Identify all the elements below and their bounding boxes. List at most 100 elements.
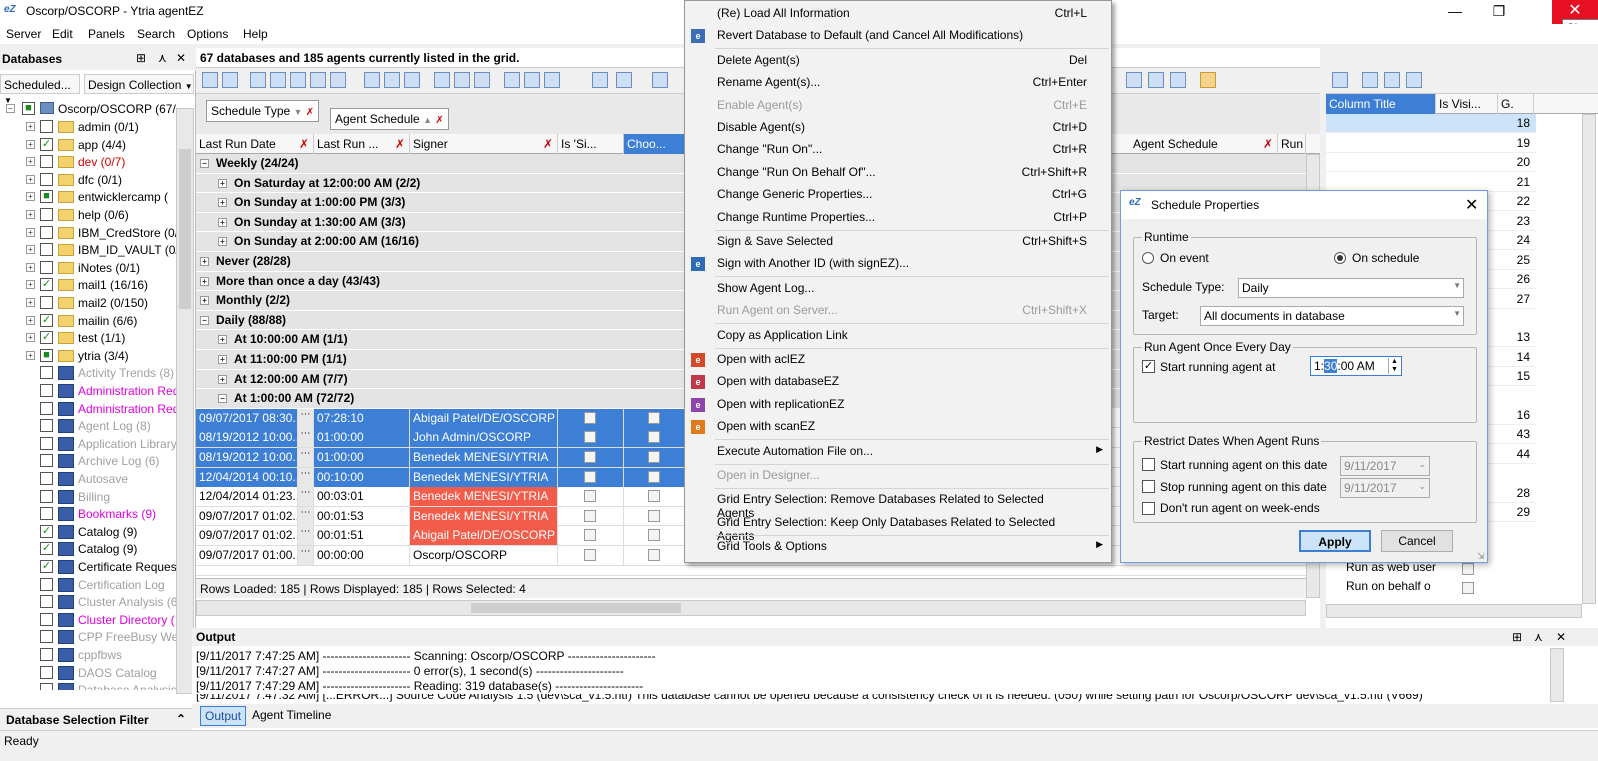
tree-checkbox[interactable] (40, 683, 53, 690)
filter-icon[interactable]: ✗ (306, 107, 314, 118)
ellipsis-button[interactable]: ⋯ (298, 487, 314, 507)
tree-database-item[interactable]: Agent Log (8) (0, 417, 176, 435)
filter-icon[interactable]: ✗ (299, 137, 309, 151)
apply-button[interactable]: Apply (1299, 530, 1371, 552)
stop-date-checkbox[interactable] (1142, 480, 1155, 493)
tree-checkbox[interactable] (40, 366, 53, 380)
col-chosen[interactable]: Choo... (624, 134, 686, 154)
tree-database-item[interactable]: ✓ Catalog (9) (0, 523, 176, 541)
menu-item[interactable]: e Open with scanEZ (685, 416, 1111, 438)
expand-toggle[interactable]: + (26, 298, 35, 307)
expand-toggle[interactable]: + (26, 174, 35, 184)
group-toggle[interactable]: + (218, 374, 227, 384)
col-column-title[interactable]: Column Title (1326, 94, 1436, 114)
tree-checkbox[interactable] (40, 489, 53, 503)
tree-database-item[interactable]: cppfbws (0, 646, 176, 664)
col-is-visible[interactable]: Is Visi... (1436, 94, 1498, 114)
menu-item[interactable]: e Sign with Another ID (with signEZ)... (685, 253, 1111, 275)
expand-toggle[interactable]: + (26, 210, 35, 219)
menu-item[interactable]: Change "Run On Behalf Of"... Ctrl+Shift+R (685, 162, 1111, 184)
menu-item[interactable]: e Open with aclEZ (685, 349, 1111, 371)
stop-date-picker[interactable]: 9/11/2017 ⌄ (1340, 478, 1430, 498)
grid-horizontal-scrollbar[interactable] (196, 600, 1306, 616)
tree-database-item[interactable]: Administration Req (0, 382, 176, 400)
tree-checkbox[interactable] (40, 436, 53, 450)
tab-output[interactable]: Output (200, 706, 247, 726)
right-toolbar-icon-1[interactable] (1332, 72, 1348, 88)
menu-item[interactable]: Grid Entry Selection: Remove Databases R… (685, 489, 1111, 520)
start-time-input[interactable]: 1:30:00 AM ▲ ▼ (1310, 356, 1402, 376)
toolbar-icon-10[interactable] (404, 72, 420, 88)
expand-toggle[interactable]: + (26, 245, 35, 255)
menu-item[interactable]: e Revert Database to Default (and Cancel … (685, 25, 1111, 47)
chosen-checkbox[interactable] (648, 549, 660, 561)
signed-checkbox[interactable] (584, 509, 596, 522)
tree-checkbox[interactable] (40, 472, 53, 485)
toolbar-icon-16[interactable] (544, 72, 560, 88)
filter-icon[interactable]: ✗ (395, 137, 405, 151)
group-toggle[interactable]: − (200, 159, 209, 168)
menu-item[interactable]: Change Generic Properties... Ctrl+G (685, 184, 1111, 206)
tree-folder-item[interactable]: + ■ ytria (3/4) (0, 347, 176, 365)
signed-checkbox[interactable] (584, 470, 596, 483)
tree-checkbox[interactable] (40, 507, 53, 521)
resize-grip-icon[interactable]: ⇲ (1477, 551, 1485, 562)
right-vertical-scrollbar[interactable] (1582, 114, 1596, 604)
tree-folder-item[interactable]: + IBM_ID_VAULT (0/ (0, 241, 176, 259)
menu-item[interactable]: Disable Agent(s) Ctrl+D (685, 117, 1111, 139)
toolbar-icon-right-1[interactable] (1126, 72, 1142, 88)
tree-checkbox[interactable] (40, 648, 53, 661)
collapse-toggle[interactable]: − (6, 104, 15, 113)
cancel-button[interactable]: Cancel (1381, 530, 1453, 552)
toolbar-icon-17[interactable] (592, 72, 608, 88)
tree-checkbox[interactable] (40, 595, 53, 609)
menu-item[interactable]: Run Agent on Server... Ctrl+Shift+X (685, 300, 1111, 322)
tree-database-item[interactable]: DAOS Catalog (0, 664, 176, 682)
tree-folder-item[interactable]: + iNotes (0/1) (0, 259, 176, 277)
right-toolbar-icon-2[interactable] (1362, 72, 1378, 88)
toolbar-icon-1[interactable] (202, 72, 218, 88)
group-toggle[interactable]: + (200, 296, 209, 306)
output-scrollbar[interactable] (1550, 648, 1564, 702)
tree-checkbox[interactable] (40, 665, 53, 679)
expand-filter-icon[interactable]: ⌃ (176, 712, 186, 726)
menu-item[interactable]: Grid Entry Selection: Keep Only Database… (685, 512, 1111, 543)
start-running-checkbox[interactable]: ✓ (1142, 360, 1155, 373)
chosen-checkbox[interactable] (648, 431, 660, 444)
on-schedule-radio[interactable] (1334, 252, 1346, 264)
collapse-icon[interactable] (270, 72, 286, 88)
expand-toggle[interactable]: + (26, 262, 35, 272)
tree-database-item[interactable]: ✓ Certificate Request (0, 558, 176, 576)
col-run[interactable]: Run (1278, 134, 1306, 154)
tree-checkbox[interactable] (40, 630, 53, 644)
close-panel-icon[interactable]: ✕ (1556, 630, 1566, 644)
tree-checkbox[interactable]: ✓ (40, 137, 53, 151)
menu-item[interactable]: Enable Agent(s) Ctrl+E (685, 95, 1111, 117)
tree-folder-item[interactable]: + ✓ app (4/4) (0, 136, 176, 154)
menu-item[interactable]: e Open with replicationEZ (685, 394, 1111, 416)
toolbar-icon-2[interactable] (222, 72, 238, 88)
toolbar-icon-9[interactable] (384, 72, 400, 88)
tab-agent-timeline[interactable]: Agent Timeline (252, 708, 331, 722)
list-item[interactable]: 18 (1326, 114, 1536, 133)
toolbar-icon-8[interactable] (364, 72, 380, 88)
chosen-checkbox[interactable] (648, 411, 660, 424)
toolbar-icon-12[interactable] (454, 72, 470, 88)
tree-checkbox[interactable] (40, 172, 53, 186)
expand-icon[interactable] (250, 72, 266, 88)
toolbar-icon-11[interactable] (434, 72, 450, 88)
database-selection-filter[interactable]: Database Selection Filter ⌃ (0, 708, 196, 730)
dock-icon[interactable]: ⋏ (1534, 630, 1543, 644)
toolbar-icon-13[interactable] (474, 72, 490, 88)
weekends-checkbox[interactable] (1142, 502, 1155, 515)
root-checkbox[interactable]: ■ (22, 102, 35, 115)
right-toolbar-icon-4[interactable] (1406, 72, 1422, 88)
tree-checkbox[interactable] (40, 208, 53, 221)
on-event-radio[interactable] (1142, 252, 1154, 264)
schedule-type-select[interactable]: Daily ▼ (1238, 278, 1464, 298)
pin-icon[interactable]: ⊞ (136, 51, 146, 65)
dock-icon[interactable]: ⋏ (158, 51, 167, 65)
toolbar-icon-right-3[interactable] (1170, 72, 1186, 88)
group-toggle[interactable]: + (200, 276, 209, 286)
tree-database-item[interactable]: Certification Log (0, 576, 176, 594)
